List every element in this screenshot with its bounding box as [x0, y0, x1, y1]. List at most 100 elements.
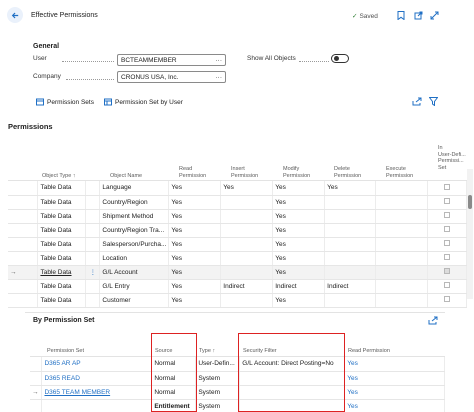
cell-insert[interactable]: [220, 195, 274, 210]
back-button[interactable]: [7, 7, 23, 23]
col-modify-permission[interactable]: Modify Permission: [283, 166, 310, 179]
col-insert-permission[interactable]: Insert Permission: [231, 166, 258, 179]
table-row[interactable]: Table Data Country/Region Tra... Yes Yes: [8, 223, 467, 238]
type-cell[interactable]: System: [195, 399, 241, 412]
object-type-cell[interactable]: Table Data: [37, 293, 87, 308]
col-delete-permission[interactable]: Delete Permission: [334, 166, 361, 179]
cell-execute[interactable]: [375, 237, 428, 252]
object-type-cell[interactable]: Table Data: [37, 181, 87, 196]
cell-read[interactable]: Yes: [168, 181, 222, 196]
open-new-window-icon[interactable]: [414, 11, 423, 22]
cell-delete[interactable]: [324, 223, 377, 238]
cell-read[interactable]: Yes: [168, 223, 222, 238]
cell-execute[interactable]: [375, 195, 428, 210]
permission-set-cell[interactable]: D365 READ: [41, 371, 153, 386]
cell-execute[interactable]: [375, 293, 428, 308]
permissions-scrollbar[interactable]: [467, 169, 473, 299]
cell-execute[interactable]: [375, 223, 428, 238]
type-cell[interactable]: System: [195, 385, 241, 400]
cell-delete[interactable]: [324, 251, 377, 266]
permission-set-cell[interactable]: D365 TEAM MEMBER: [41, 385, 153, 400]
permission-set-by-user-action[interactable]: Permission Set by User: [104, 98, 183, 106]
cell-delete[interactable]: [324, 209, 377, 224]
cell-read[interactable]: Yes: [168, 265, 222, 280]
cell-modify[interactable]: Yes: [272, 265, 326, 280]
read-permission-cell[interactable]: Yes: [344, 385, 445, 400]
col-in-user-defined-set[interactable]: In User-Defi... Permissi... Set: [438, 145, 466, 171]
table-row[interactable]: Table Data Customer Yes Yes: [8, 293, 467, 308]
checkbox[interactable]: [444, 254, 450, 260]
cell-in-user-defined-set[interactable]: [427, 209, 467, 224]
read-permission-cell[interactable]: Yes: [344, 357, 445, 372]
cell-modify[interactable]: Indirect: [272, 279, 326, 294]
show-all-objects-toggle[interactable]: [331, 54, 349, 63]
cell-name[interactable]: Salesperson/Purcha...: [99, 237, 170, 252]
checkbox[interactable]: [444, 226, 450, 232]
cell-read[interactable]: Yes: [168, 209, 222, 224]
object-type-cell[interactable]: Table Data: [37, 279, 87, 294]
table-row[interactable]: Table Data Country/Region Yes Yes: [8, 195, 467, 210]
cell-in-user-defined-set[interactable]: [427, 181, 467, 196]
object-type-cell[interactable]: Table Data: [37, 251, 87, 266]
cell-name[interactable]: Location: [99, 251, 170, 266]
checkbox[interactable]: [444, 296, 450, 302]
table-row[interactable]: Table Data Shipment Method Yes Yes: [8, 209, 467, 224]
table-row[interactable]: Table Data Language Yes Yes Yes Yes: [8, 181, 467, 196]
cell-name[interactable]: Customer: [99, 293, 170, 308]
object-type-cell[interactable]: Table Data: [37, 237, 87, 252]
cell-name[interactable]: Shipment Method: [99, 209, 170, 224]
permission-set-cell[interactable]: D365 AR AP: [41, 357, 153, 372]
cell-name[interactable]: G/L Account: [99, 265, 170, 280]
object-type-cell[interactable]: Table Data: [37, 195, 87, 210]
checkbox[interactable]: [444, 183, 450, 190]
cell-read[interactable]: Yes: [168, 251, 222, 266]
cell-delete[interactable]: [324, 293, 377, 308]
cell-modify[interactable]: Yes: [272, 209, 326, 224]
cell-modify[interactable]: Yes: [272, 237, 326, 252]
row-actions-cell[interactable]: ⋮: [85, 265, 101, 280]
cell-delete[interactable]: [324, 237, 377, 252]
object-type-cell[interactable]: Table Data: [37, 265, 87, 280]
cell-insert[interactable]: [220, 293, 274, 308]
cell-name[interactable]: Country/Region Tra...: [99, 223, 170, 238]
user-lookup-button[interactable]: ···: [216, 57, 223, 64]
cell-execute[interactable]: [375, 181, 428, 196]
type-cell[interactable]: System: [195, 371, 241, 386]
cell-in-user-defined-set[interactable]: [427, 279, 467, 294]
cell-modify[interactable]: Yes: [272, 181, 326, 196]
cell-execute[interactable]: [375, 265, 428, 280]
cell-execute[interactable]: [375, 209, 428, 224]
user-field[interactable]: BCTEAMMEMBER ···: [117, 54, 226, 66]
cell-read[interactable]: Yes: [168, 237, 222, 252]
company-field[interactable]: CRONUS USA, Inc. ···: [117, 71, 226, 83]
cell-read[interactable]: Yes: [168, 293, 222, 308]
object-type-cell[interactable]: Table Data: [37, 223, 87, 238]
permission-set-cell[interactable]: [41, 399, 153, 412]
cell-in-user-defined-set[interactable]: [427, 223, 467, 238]
cell-delete[interactable]: [324, 265, 377, 280]
col-read-permission[interactable]: Read Permission: [179, 166, 206, 179]
expand-icon[interactable]: [430, 11, 439, 22]
cell-name[interactable]: Language: [99, 181, 170, 196]
read-permission-cell[interactable]: Yes: [344, 371, 445, 386]
col-object-type[interactable]: Object Type ↑: [42, 173, 76, 180]
read-permission-cell[interactable]: Yes: [344, 399, 445, 412]
col-type[interactable]: Type ↑: [199, 348, 215, 355]
checkbox[interactable]: [444, 240, 450, 246]
checkbox[interactable]: [444, 198, 450, 204]
checkbox[interactable]: [444, 212, 450, 218]
scrollbar-thumb[interactable]: [468, 195, 472, 209]
cell-insert[interactable]: [220, 265, 274, 280]
cell-name[interactable]: G/L Entry: [99, 279, 170, 294]
cell-read[interactable]: Yes: [168, 195, 222, 210]
cell-read[interactable]: Yes: [168, 279, 222, 294]
cell-insert[interactable]: [220, 237, 274, 252]
cell-modify[interactable]: Yes: [272, 251, 326, 266]
cell-delete[interactable]: [324, 195, 377, 210]
col-permission-set[interactable]: Permission Set: [47, 348, 84, 355]
col-object-name[interactable]: Object Name: [110, 173, 142, 180]
cell-execute[interactable]: [375, 279, 428, 294]
cell-delete[interactable]: Indirect: [324, 279, 377, 294]
cell-in-user-defined-set[interactable]: [427, 293, 467, 308]
cell-execute[interactable]: [375, 251, 428, 266]
